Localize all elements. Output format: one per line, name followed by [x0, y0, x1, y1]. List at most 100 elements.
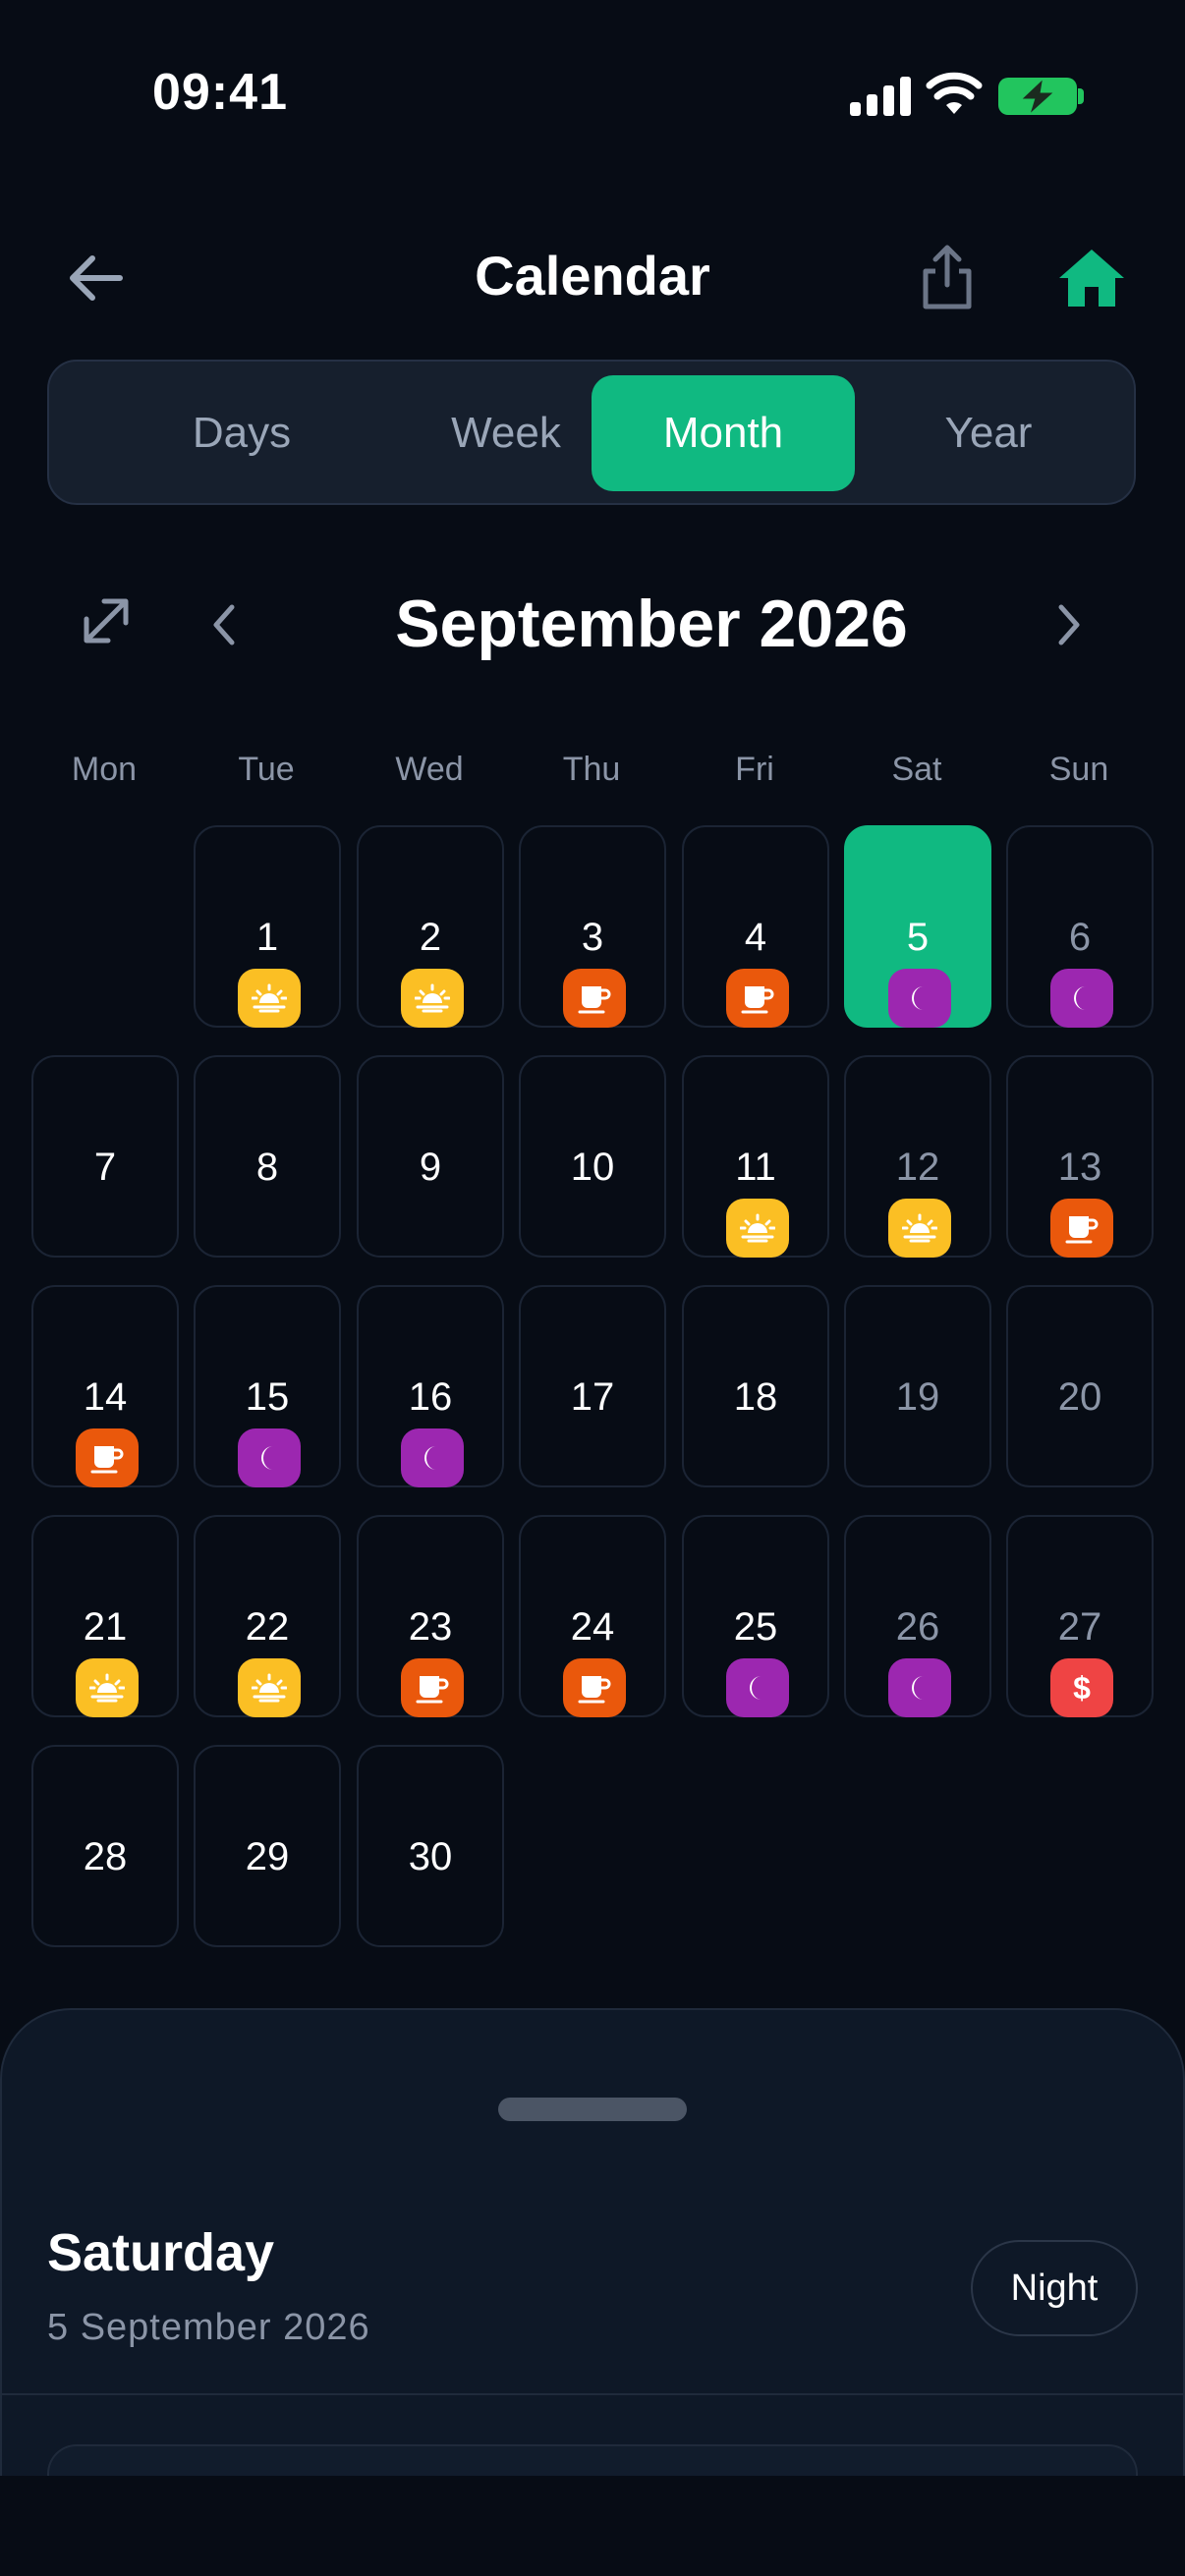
- selected-date: 5 September 2026: [47, 2307, 370, 2348]
- day-number: 13: [1057, 1146, 1102, 1189]
- weekday-label: Mon: [71, 751, 138, 788]
- chevron-right-icon: [1058, 604, 1080, 645]
- calendar-day[interactable]: 3: [519, 825, 666, 1028]
- calendar-day[interactable]: 6: [1006, 825, 1154, 1028]
- sunrise-icon: [238, 1658, 301, 1717]
- day-number: 24: [570, 1605, 615, 1649]
- day-number: 19: [895, 1375, 940, 1419]
- day-number: 5: [906, 916, 930, 959]
- day-number: 14: [83, 1375, 128, 1419]
- weekday-label: Fri: [735, 751, 774, 788]
- calendar-day[interactable]: 16: [357, 1285, 504, 1487]
- calendar-day[interactable]: 13: [1006, 1055, 1154, 1258]
- tab-month[interactable]: Month: [592, 375, 855, 491]
- moon-icon: [888, 969, 951, 1028]
- day-number: 30: [408, 1835, 453, 1878]
- calendar-day[interactable]: 10: [519, 1055, 666, 1258]
- chevron-left-icon: [213, 604, 235, 645]
- calendar-day[interactable]: 11: [682, 1055, 829, 1258]
- charging-bolt-icon: [1022, 80, 1053, 113]
- calendar-day[interactable]: 30: [357, 1745, 504, 1947]
- calendar-day[interactable]: 12: [844, 1055, 991, 1258]
- home-icon: [1059, 250, 1124, 307]
- moon-icon: [238, 1428, 301, 1487]
- day-number: 28: [83, 1835, 128, 1878]
- share-button[interactable]: [916, 242, 979, 312]
- calendar-day[interactable]: 26: [844, 1515, 991, 1717]
- calendar-day[interactable]: 27 $: [1006, 1515, 1154, 1717]
- next-month-button[interactable]: [1049, 599, 1089, 650]
- day-number: 17: [570, 1375, 615, 1419]
- calendar-day[interactable]: 19: [844, 1285, 991, 1487]
- coffee-cup-icon: [563, 1658, 626, 1717]
- day-number: 26: [895, 1605, 940, 1649]
- page-title: Calendar: [475, 245, 710, 307]
- home-button[interactable]: [1057, 246, 1126, 310]
- expand-button[interactable]: [79, 593, 134, 648]
- sunrise-icon: [726, 1199, 789, 1258]
- tab-year[interactable]: Year: [857, 375, 1120, 491]
- day-number: 10: [570, 1146, 615, 1189]
- dollar-icon: $: [1050, 1658, 1113, 1717]
- sunrise-icon: [76, 1658, 139, 1717]
- calendar-day[interactable]: 24: [519, 1515, 666, 1717]
- calendar-day[interactable]: 1: [194, 825, 341, 1028]
- coffee-cup-icon: [76, 1428, 139, 1487]
- calendar-day[interactable]: 21: [31, 1515, 179, 1717]
- sunrise-icon: [888, 1199, 951, 1258]
- calendar-day[interactable]: 23: [357, 1515, 504, 1717]
- day-number: 20: [1057, 1375, 1102, 1419]
- weekday-label: Tue: [238, 751, 295, 788]
- calendar-day[interactable]: 9: [357, 1055, 504, 1258]
- day-number: 9: [419, 1146, 442, 1189]
- day-number: 25: [733, 1605, 778, 1649]
- day-number: 16: [408, 1375, 453, 1419]
- calendar-day[interactable]: 2: [357, 825, 504, 1028]
- day-number: 18: [733, 1375, 778, 1419]
- calendar-day[interactable]: 8: [194, 1055, 341, 1258]
- day-number: 27: [1057, 1605, 1102, 1649]
- calendar-day[interactable]: 14: [31, 1285, 179, 1487]
- moon-icon: [888, 1658, 951, 1717]
- coffee-cup-icon: [401, 1658, 464, 1717]
- calendar-day[interactable]: 4: [682, 825, 829, 1028]
- coffee-cup-icon: [726, 969, 789, 1028]
- day-number: 7: [93, 1146, 117, 1189]
- shift-chip[interactable]: Night: [971, 2240, 1138, 2336]
- day-number: 15: [245, 1375, 290, 1419]
- calendar-day[interactable]: 18: [682, 1285, 829, 1487]
- calendar-day[interactable]: 7: [31, 1055, 179, 1258]
- day-number: 3: [581, 916, 604, 959]
- wifi-icon: [926, 72, 983, 114]
- previous-month-button[interactable]: [204, 599, 244, 650]
- calendar-day[interactable]: 25: [682, 1515, 829, 1717]
- weekday-label: Sun: [1048, 751, 1109, 788]
- day-number: 12: [895, 1146, 940, 1189]
- sheet-drag-handle[interactable]: [498, 2098, 687, 2121]
- calendar-day[interactable]: 20: [1006, 1285, 1154, 1487]
- weekday-label: Sat: [891, 751, 942, 788]
- calendar-day[interactable]: 28: [31, 1745, 179, 1947]
- calendar-day[interactable]: 5: [844, 825, 991, 1028]
- calendar-day[interactable]: 15: [194, 1285, 341, 1487]
- status-bar: 09:41: [0, 0, 1185, 196]
- calendar-day[interactable]: 22: [194, 1515, 341, 1717]
- calendar-day[interactable]: 17: [519, 1285, 666, 1487]
- tab-days[interactable]: Days: [110, 375, 373, 491]
- calendar-day[interactable]: 29: [194, 1745, 341, 1947]
- day-number: 6: [1068, 916, 1092, 959]
- month-title: September 2026: [395, 587, 908, 661]
- cellular-signal-icon: [850, 75, 911, 116]
- day-number: 21: [83, 1605, 128, 1649]
- coffee-cup-icon: [563, 969, 626, 1028]
- expand-arrows-icon: [84, 598, 129, 644]
- day-number: 11: [735, 1146, 776, 1189]
- battery-cap: [1078, 88, 1084, 104]
- sunrise-icon: [238, 969, 301, 1028]
- weekday-label: Wed: [395, 751, 464, 788]
- day-number: 8: [255, 1146, 279, 1189]
- day-number: 2: [419, 916, 442, 959]
- selected-weekday: Saturday: [47, 2223, 275, 2282]
- weekday-header: Mon Tue Wed Thu Fri Sat Sun: [0, 751, 1185, 800]
- day-number: 22: [245, 1605, 290, 1649]
